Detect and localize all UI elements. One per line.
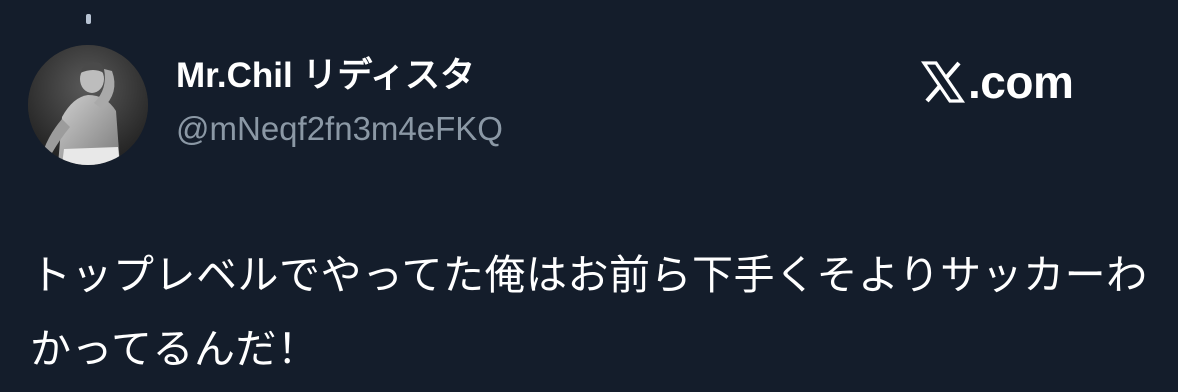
avatar-photo bbox=[28, 45, 148, 165]
post-card: Mr.Chil リディスタ @mNeqf2fn3m4eFKQ .com トップレ… bbox=[0, 0, 1178, 392]
author-display-name[interactable]: Mr.Chil リディスタ bbox=[176, 54, 475, 98]
post-text: トップレベルでやってた俺はお前ら下手くそよりサッカーわかってるんだ！ bbox=[30, 251, 1148, 373]
indicator-dot bbox=[86, 14, 91, 24]
brand-domain-suffix: .com bbox=[968, 56, 1074, 108]
author-handle[interactable]: @mNeqf2fn3m4eFKQ bbox=[176, 108, 503, 150]
x-logo-icon bbox=[920, 61, 966, 103]
avatar[interactable] bbox=[28, 45, 148, 165]
x-com-brand: .com bbox=[920, 54, 1074, 110]
